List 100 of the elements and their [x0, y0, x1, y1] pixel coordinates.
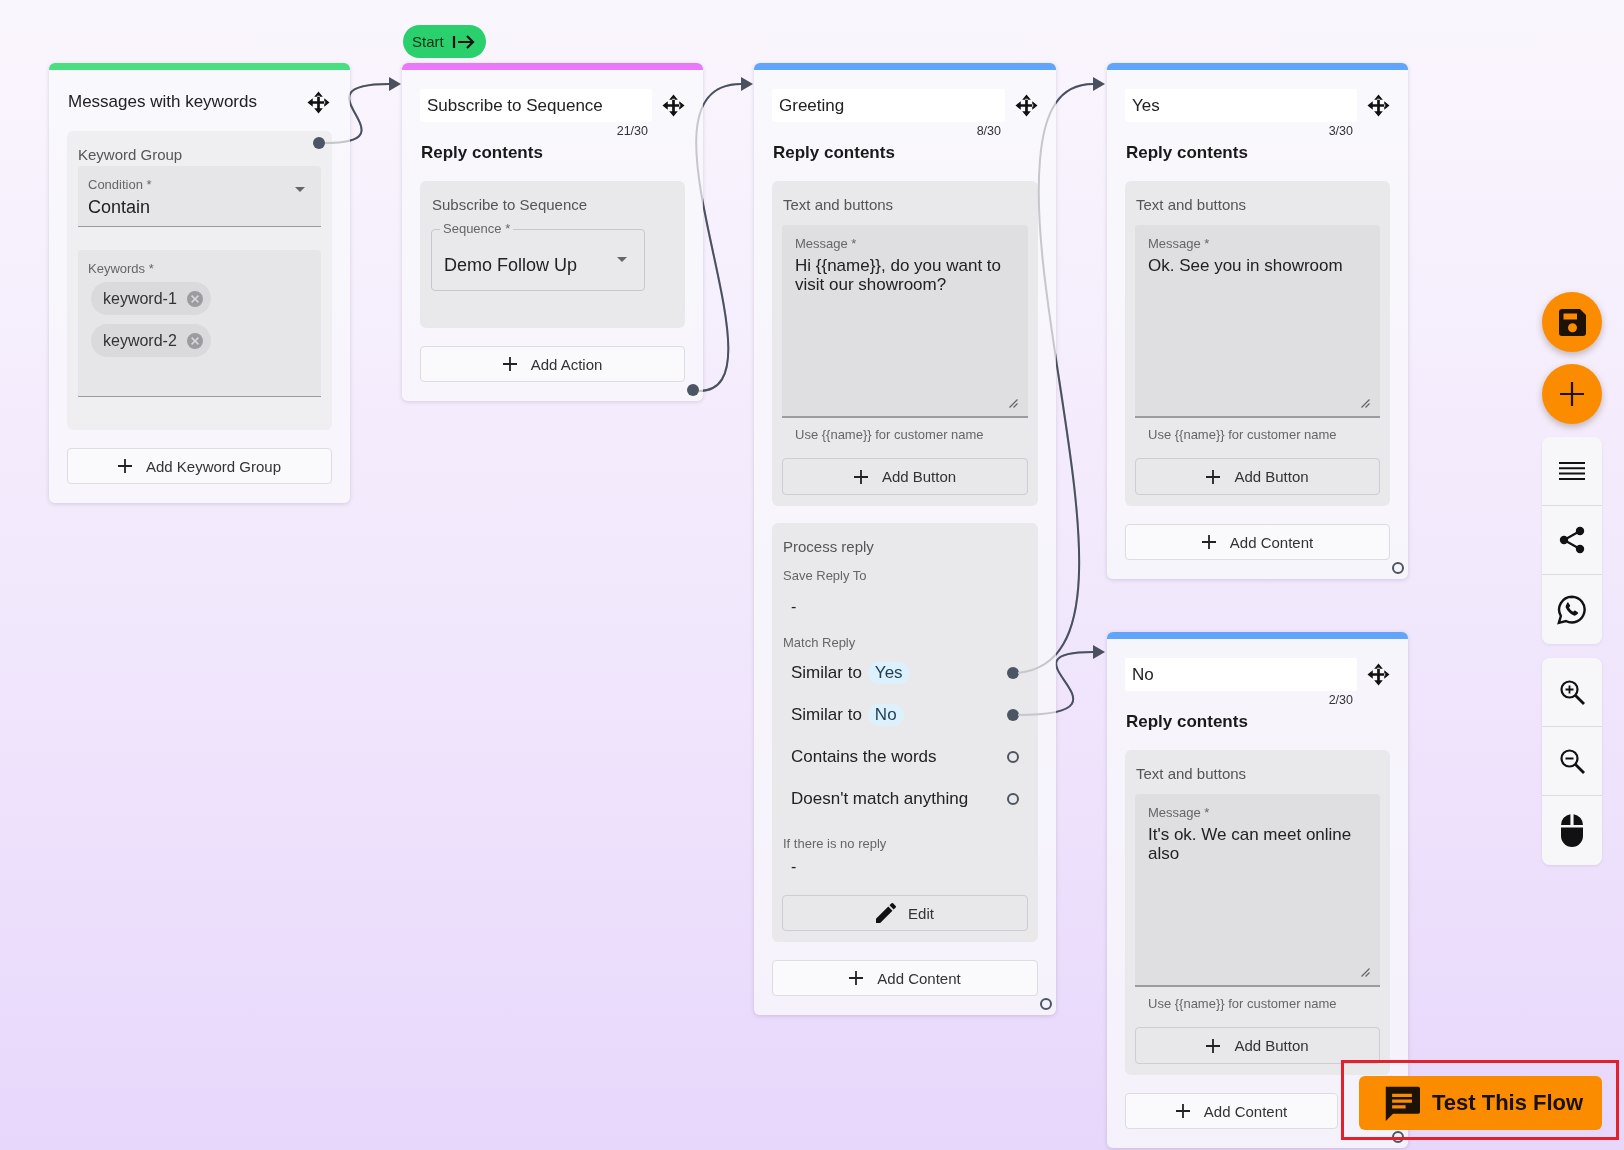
plus-icon	[1206, 1038, 1221, 1053]
move-icon[interactable]	[662, 94, 685, 117]
panel-heading: Keyword Group	[78, 145, 183, 165]
connector-dot-icon[interactable]	[687, 384, 699, 396]
field-label: Message *	[1148, 237, 1210, 251]
add-button[interactable]: Add Button	[1135, 458, 1380, 495]
mouse-icon	[1561, 814, 1583, 847]
select-value: Contain	[88, 196, 151, 218]
plus-icon	[1201, 535, 1216, 549]
char-counter: 2/30	[1328, 693, 1353, 707]
start-label: Start	[412, 33, 444, 50]
toolbar-button[interactable]	[1542, 575, 1602, 644]
field-value: -	[791, 858, 797, 876]
phone-bubble-icon	[1557, 594, 1587, 625]
message-text: Hi {{name}}, do you want to visit our showroom?	[795, 256, 1003, 294]
plus-icon	[502, 357, 517, 371]
move-icon[interactable]	[1367, 663, 1390, 686]
message-field[interactable]: Message * It's ok. We can meet online also	[1135, 794, 1380, 987]
char-counter: 21/30	[616, 124, 648, 138]
char-counter: 3/30	[1328, 124, 1353, 138]
move-icon[interactable]	[307, 90, 330, 114]
node-name-field[interactable]: Greeting	[772, 89, 1005, 122]
panel-heading: Text and buttons	[1135, 764, 1247, 784]
panel-heading: Subscribe to Sequence	[431, 195, 588, 215]
field-value: -	[791, 598, 797, 616]
message-field[interactable]: Message * Ok. See you in showroom	[1135, 225, 1380, 418]
connector-dot-icon[interactable]	[1007, 667, 1019, 679]
field-label: Sequence *	[440, 222, 514, 236]
add-keyword-group-button[interactable]: Add Keyword Group	[67, 448, 332, 484]
caret-icon	[617, 257, 627, 262]
resize-grip-icon[interactable]	[1360, 398, 1370, 408]
toolbar-button[interactable]	[1542, 437, 1602, 506]
plus-icon	[849, 971, 864, 985]
match-rule-text: Similar to	[791, 705, 862, 725]
hint-text: Use {{name}} for customer name	[795, 426, 984, 444]
connector-dot-icon[interactable]	[1007, 793, 1019, 805]
section-heading: Reply contents	[772, 143, 895, 163]
node-name-field[interactable]: No	[1125, 658, 1357, 691]
select-value: Demo Follow Up	[444, 254, 578, 276]
node-name-field[interactable]: Yes	[1125, 89, 1357, 122]
reply-tag: No	[867, 704, 904, 726]
message-text: Ok. See you in showroom	[1148, 256, 1344, 275]
move-icon[interactable]	[1367, 94, 1390, 117]
add-content-button[interactable]: Add Content	[1125, 1093, 1338, 1129]
connector-dot-icon[interactable]	[1007, 709, 1019, 721]
connector-dot-icon[interactable]	[1392, 1131, 1404, 1143]
edit-button[interactable]: Edit	[782, 895, 1028, 931]
toolbar-button[interactable]	[1542, 658, 1602, 727]
plus-icon	[1175, 1104, 1190, 1118]
resize-grip-icon[interactable]	[1008, 398, 1018, 408]
caret-icon	[295, 187, 305, 192]
toolbar-button[interactable]	[1542, 506, 1602, 575]
keyword-chip[interactable]: keyword-1	[91, 282, 211, 315]
hint-text: Use {{name}} for customer name	[1148, 995, 1337, 1013]
plus-icon	[1560, 382, 1584, 406]
add-content-button[interactable]: Add Content	[1125, 524, 1390, 560]
connector-dot-icon[interactable]	[313, 137, 325, 149]
add-button[interactable]: Add Button	[1135, 1027, 1380, 1064]
pencil-icon	[876, 903, 897, 923]
match-rule-text: Doesn't match anything	[791, 789, 969, 809]
section-heading: Reply contents	[1125, 143, 1248, 163]
keyword-chip[interactable]: keyword-2	[91, 324, 211, 357]
test-flow-button[interactable]: Test This Flow	[1359, 1076, 1602, 1130]
section-heading: Reply contents	[1125, 712, 1248, 732]
reply-tag: Yes	[867, 662, 910, 684]
field-label: Save Reply To	[782, 568, 867, 584]
section-heading: Reply contents	[420, 143, 543, 163]
toolbar-button[interactable]	[1542, 796, 1602, 865]
add-floating-button[interactable]	[1542, 364, 1602, 424]
field-label: Keywords *	[88, 262, 154, 276]
match-rule-text: Similar to	[791, 663, 862, 683]
field-label: Message *	[795, 237, 857, 251]
message-text: It's ok. We can meet online also	[1148, 825, 1353, 863]
connector-dot-icon[interactable]	[1392, 562, 1404, 574]
node-name-field[interactable]: Subscribe to Sequence	[420, 89, 652, 122]
share-icon	[1559, 526, 1585, 554]
panel-heading: Process reply	[782, 537, 874, 557]
zoom-in-icon	[1559, 679, 1585, 705]
field-label: Condition *	[88, 178, 152, 192]
field-label: Match Reply	[782, 635, 856, 651]
resize-grip-icon[interactable]	[1360, 967, 1370, 977]
menu-icon	[1559, 462, 1585, 480]
plus-icon	[1206, 469, 1221, 484]
node-title: Messages with keywords	[67, 92, 257, 112]
keywords-field[interactable]: Keywords * keyword-1 keyword-2	[78, 250, 321, 397]
connector-dot-icon[interactable]	[1040, 998, 1052, 1010]
panel-heading: Text and buttons	[782, 195, 894, 215]
arrow-right-icon	[451, 32, 476, 51]
zoom-out-icon	[1559, 748, 1585, 774]
condition-select[interactable]: Condition * Contain	[78, 166, 321, 227]
toolbar-button[interactable]	[1542, 727, 1602, 796]
hint-text: Use {{name}} for customer name	[1148, 426, 1337, 444]
connector-dot-icon[interactable]	[1007, 751, 1019, 763]
add-action-button[interactable]: Add Action	[420, 346, 685, 382]
move-icon[interactable]	[1015, 94, 1038, 117]
chat-icon	[1384, 1085, 1420, 1121]
save-button[interactable]	[1542, 292, 1602, 352]
add-button[interactable]: Add Button	[782, 458, 1028, 495]
message-field[interactable]: Message * Hi {{name}}, do you want to visit our showroom?	[782, 225, 1028, 418]
add-content-button[interactable]: Add Content	[772, 960, 1038, 996]
